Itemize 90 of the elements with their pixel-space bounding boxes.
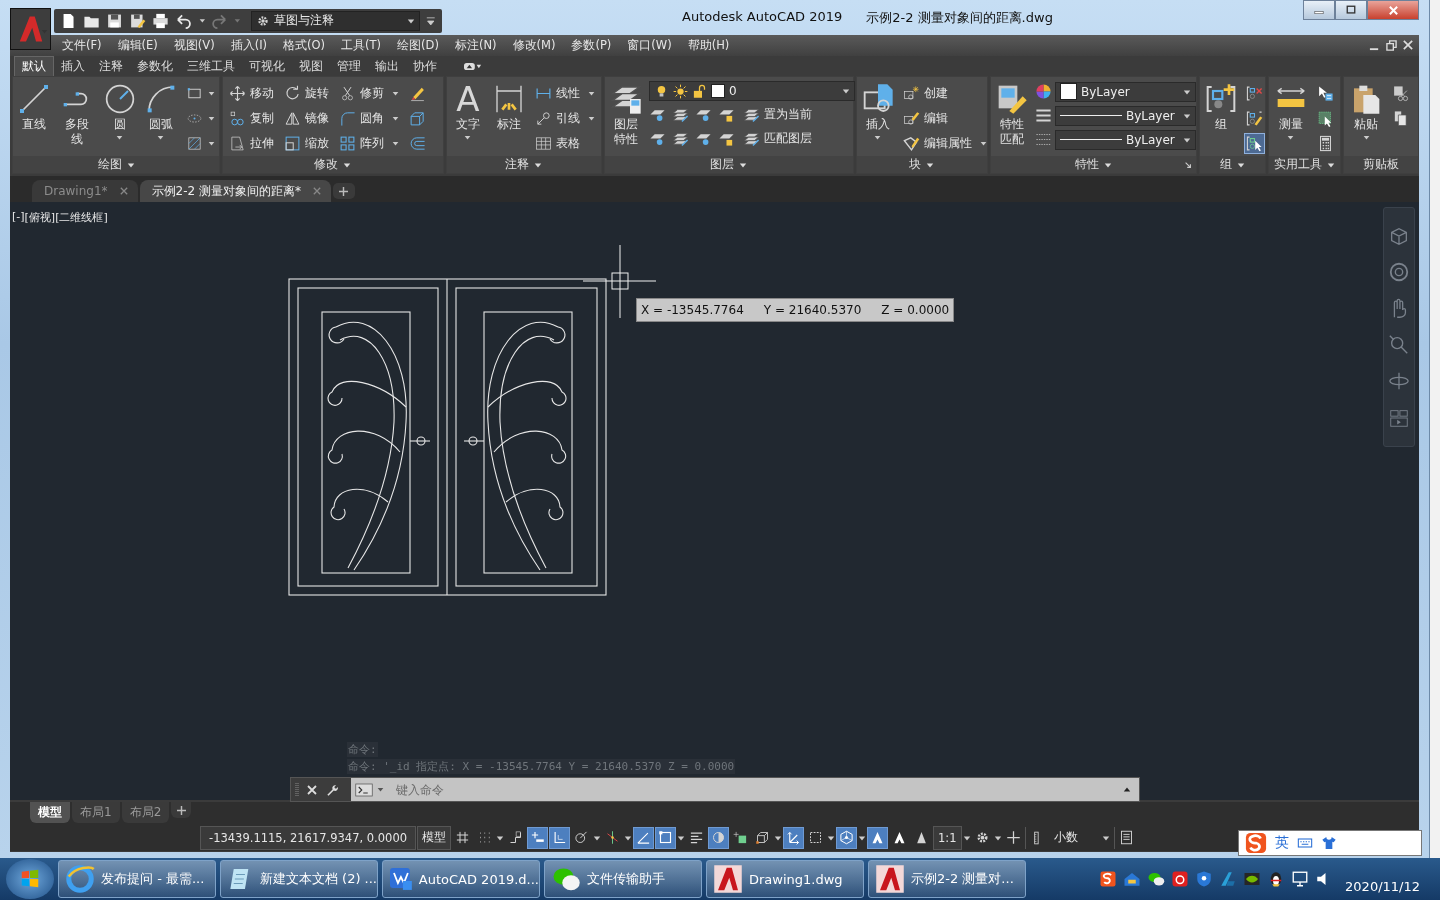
menu-item[interactable]: 修改(M) (504, 38, 564, 53)
coordinate-readout: -13439.1115, 21617.9347, 0.0000 (200, 825, 417, 850)
layout-tab[interactable]: 布局1 (72, 802, 120, 823)
property-dropdown[interactable]: ByLayer (1055, 129, 1196, 150)
ribbon-tab[interactable]: 插入 (54, 57, 92, 76)
status-button[interactable]: 1:1 (933, 825, 962, 850)
ribbon-button[interactable]: 引线 (533, 108, 597, 129)
ribbon-button[interactable]: 阵列 (337, 133, 401, 154)
taskbar-date: 2020/11/12 (1345, 878, 1420, 894)
text-icon: A (456, 83, 480, 115)
property-dropdown[interactable]: ByLayer (1055, 105, 1196, 126)
ribbon-button[interactable]: 圆弧 (143, 81, 178, 143)
taskbar-button[interactable]: 示例2-2 测量对... (868, 860, 1026, 898)
file-tab[interactable]: Drawing1* (32, 180, 138, 202)
document-title: 示例2-2 测量对象间的距离.dwg (866, 8, 1053, 27)
menu-item[interactable]: 标注(N) (446, 38, 505, 53)
ribbon-tab[interactable]: 三维工具 (180, 57, 242, 76)
ribbon-button[interactable]: 镜像 (282, 108, 331, 129)
menu-item[interactable]: 插入(I) (222, 38, 276, 53)
ribbon-button[interactable]: 直线 (17, 81, 52, 134)
menu-item[interactable]: 视图(V) (165, 38, 223, 53)
taskbar-button[interactable]: 发布提问 - 最需... (58, 860, 216, 898)
ribbon-tab[interactable]: 默认 (14, 56, 54, 76)
menu-item[interactable]: 参数(P) (563, 38, 620, 53)
ribbon-button[interactable]: 编辑属性 (901, 133, 989, 154)
layer-name: 0 (729, 84, 737, 98)
ribbon-button[interactable]: 多段线 (57, 81, 97, 149)
viewport-control[interactable]: [二维线框] (55, 210, 108, 225)
ribbon-button[interactable]: 表格 (533, 133, 597, 154)
ribbon-button[interactable]: 圆 (102, 81, 138, 143)
ribbon-tab[interactable]: 协作 (406, 57, 444, 76)
taskbar-button[interactable]: 文件传输助手 (544, 860, 702, 898)
ribbon-tab[interactable]: 注释 (92, 57, 130, 76)
ribbon-button[interactable]: 匹配图层 (741, 128, 814, 149)
units-value: 小数 (1053, 830, 1078, 845)
workspace-name: 草图与注释 (273, 12, 334, 29)
ribbon-button[interactable]: 标注 (491, 81, 527, 134)
property-value: ByLayer (1126, 132, 1175, 147)
viewport-control[interactable]: [-] (12, 210, 25, 225)
coordinate-value: Y = 21640.5370 (763, 303, 862, 317)
menu-item[interactable]: 窗口(W) (619, 38, 680, 53)
ribbon-button[interactable]: 测量 (1273, 81, 1309, 143)
panel-title-button[interactable]: 图层 (706, 156, 752, 173)
app-title: Autodesk AutoCAD 2019 (682, 8, 843, 26)
ribbon-tab[interactable]: 视图 (292, 57, 330, 76)
coordinate-value: X = -13545.7764 (641, 303, 744, 317)
ribbon-button[interactable]: 图层特性 (609, 81, 643, 149)
ribbon-button[interactable]: A 文字 (451, 81, 485, 143)
taskbar-button[interactable]: 新建文本文档 (2) ... (220, 860, 378, 898)
ribbon-tab[interactable]: 可视化 (242, 57, 292, 76)
ribbon-button[interactable]: 拉伸 (227, 133, 276, 154)
units-dropdown[interactable]: 小数 (1024, 826, 1115, 849)
ribbon-button[interactable]: 线性 (533, 83, 597, 104)
menu-item[interactable]: 格式(O) (275, 38, 334, 53)
menu-item[interactable]: 帮助(H) (679, 38, 738, 53)
file-tab[interactable]: 示例2-2 测量对象间的距离* (139, 180, 331, 202)
ribbon-button[interactable]: 组 (1204, 81, 1238, 134)
ribbon-button[interactable]: 置为当前 (741, 104, 814, 125)
workspace-dropdown[interactable]: 草图与注释 (250, 10, 421, 31)
taskbar-button[interactable]: AutoCAD 2019.d... (382, 860, 540, 898)
property-value: ByLayer (1126, 108, 1175, 123)
input-mode[interactable]: 英 (1275, 834, 1289, 852)
menu-item[interactable]: 工具(T) (333, 38, 390, 53)
menu-item[interactable]: 绘图(D) (389, 38, 447, 53)
ribbon-button[interactable]: 编辑 (901, 108, 989, 129)
layer-dropdown[interactable]: 0 (649, 81, 855, 101)
menu-item[interactable]: 文件(F) (54, 38, 110, 53)
ribbon-tab[interactable]: 输出 (368, 57, 406, 76)
ribbon-button[interactable]: 旋转 (282, 83, 331, 104)
status-button[interactable]: 模型 (417, 825, 452, 850)
ribbon-button[interactable]: 移动 (227, 83, 276, 104)
layout-tab[interactable]: 模型 (30, 802, 70, 823)
ribbon-button[interactable]: 创建 (901, 83, 989, 104)
ribbon-button[interactable]: 粘贴 (1348, 81, 1384, 143)
panel-title-button[interactable]: 实用工具 (1270, 156, 1339, 173)
viewport-control[interactable]: [俯视] (24, 210, 56, 225)
taskbar-button[interactable]: Drawing1.dwg (706, 860, 864, 898)
property-value: ByLayer (1081, 84, 1130, 99)
ribbon-button[interactable]: 圆角 (337, 108, 401, 129)
ribbon-button[interactable]: 修剪 (337, 83, 401, 104)
menu-item[interactable]: 编辑(E) (109, 38, 166, 53)
property-dropdown[interactable]: ByLayer (1055, 81, 1196, 102)
ribbon-button[interactable]: 插入 (861, 81, 895, 143)
ribbon-button[interactable]: 缩放 (282, 133, 331, 154)
ribbon-tab[interactable]: 管理 (330, 57, 368, 76)
ribbon-button[interactable]: 特性匹配 (995, 81, 1029, 149)
ribbon-button[interactable]: 复制 (227, 108, 276, 129)
layout-tab[interactable]: 布局2 (121, 802, 170, 823)
coordinate-value: Z = 0.0000 (881, 303, 950, 317)
ribbon-tab[interactable]: 参数化 (130, 57, 180, 76)
